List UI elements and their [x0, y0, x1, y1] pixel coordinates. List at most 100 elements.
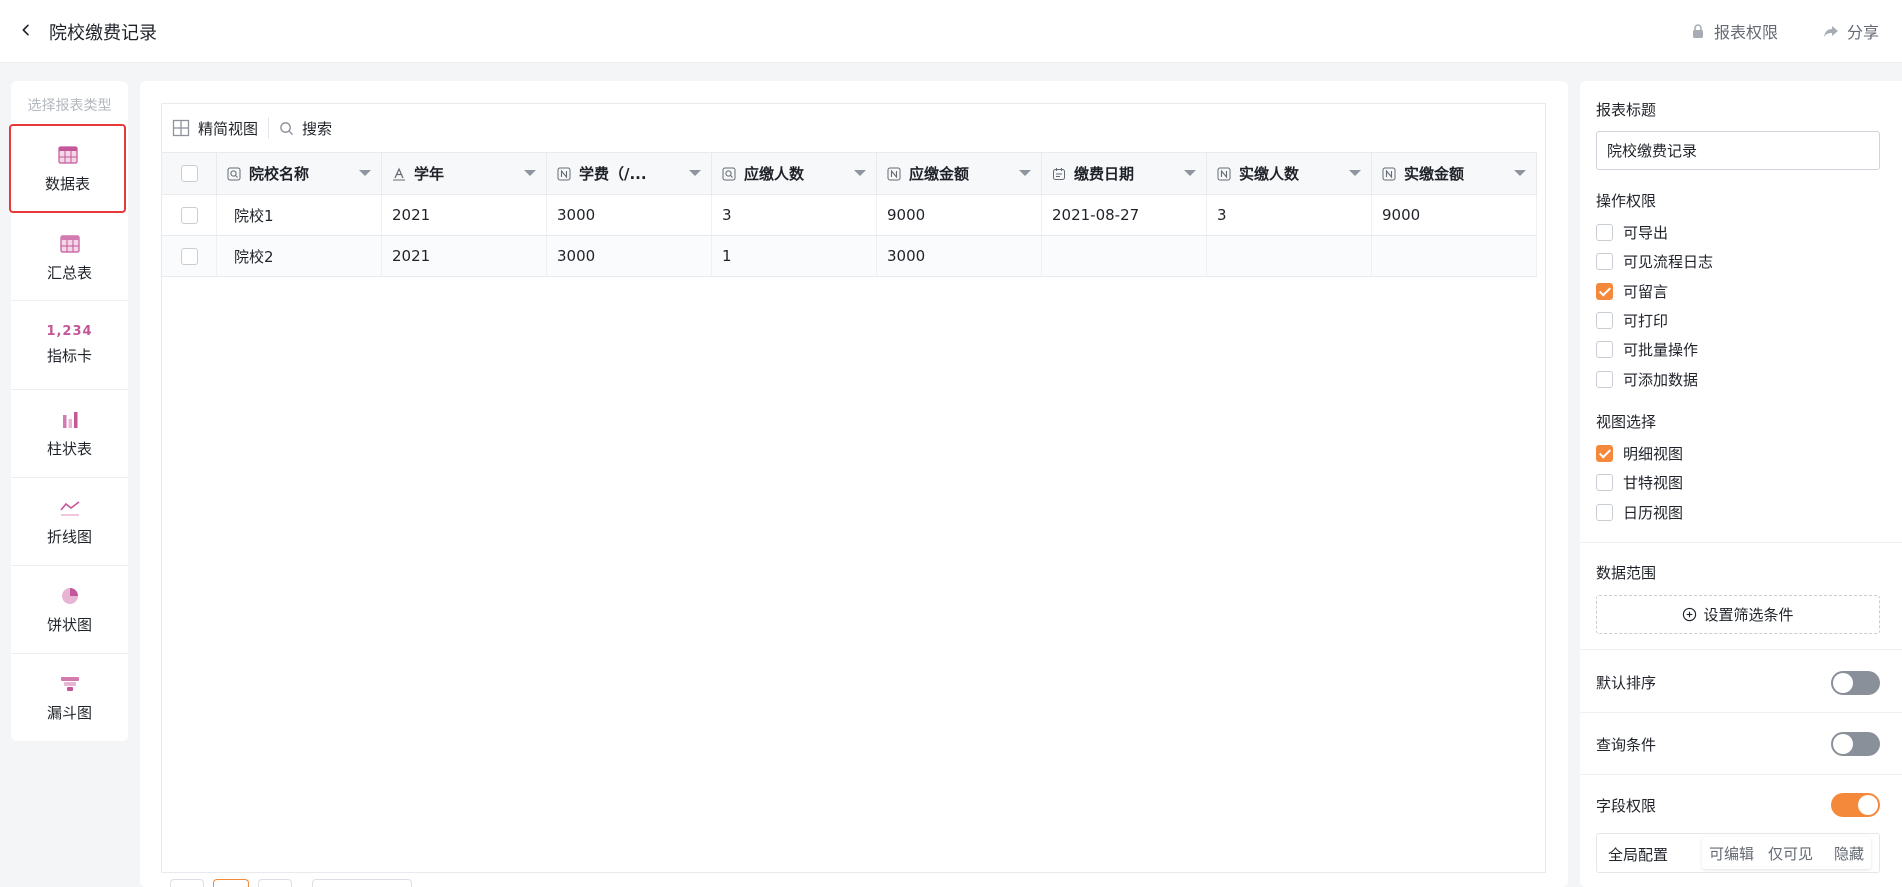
table-cell — [1372, 236, 1537, 276]
checkbox-label: 明细视图 — [1623, 445, 1684, 463]
checkbox-label: 可添加数据 — [1623, 371, 1699, 389]
default-sort-label: 默认排序 — [1596, 674, 1657, 692]
caret-down-icon[interactable] — [359, 170, 371, 176]
permission-batch-checkbox[interactable]: 可批量操作 — [1596, 339, 1698, 360]
checkbox[interactable] — [1596, 312, 1613, 329]
row-select-cell — [162, 195, 217, 235]
date-field-icon — [1053, 167, 1065, 180]
report-title-label: 报表标题 — [1596, 101, 1657, 119]
column-header[interactable]: 缴费日期 — [1042, 153, 1207, 194]
checkbox[interactable] — [1596, 283, 1613, 300]
divider — [1580, 774, 1902, 775]
column-header[interactable]: 应缴人数 — [712, 153, 877, 194]
caret-down-icon[interactable] — [1019, 170, 1031, 176]
column-header[interactable]: 学年 — [382, 153, 547, 194]
checkbox[interactable] — [1596, 341, 1613, 358]
search-button[interactable]: 搜索 — [279, 118, 332, 139]
plus-circle-icon — [1683, 607, 1697, 622]
summary-table-icon — [59, 235, 80, 253]
field-permission-segmented: 可编辑 仅可见 隐藏 — [1702, 837, 1872, 869]
checkbox[interactable] — [1596, 253, 1613, 270]
segment-hidden[interactable]: 隐藏 — [1820, 843, 1871, 864]
table-cell: 2021 — [382, 236, 547, 276]
type-item-summary-table[interactable]: 汇总表 — [11, 215, 128, 301]
type-item-label: 折线图 — [46, 528, 92, 546]
data-grid: 精简视图 搜索 院校名称 学年 学费（/... 应缴人数 应缴金额 缴费日期 实… — [161, 103, 1546, 873]
report-permission-button[interactable]: 报表权限 — [1690, 19, 1778, 43]
table-cell: 3000 — [877, 236, 1042, 276]
view-calendar-checkbox[interactable]: 日历视图 — [1596, 502, 1683, 523]
text-field-icon — [393, 167, 405, 180]
column-header[interactable]: 实缴人数 — [1207, 153, 1372, 194]
select-all-cell — [162, 153, 217, 194]
table-cell: 9000 — [1372, 195, 1537, 235]
caret-down-icon[interactable] — [689, 170, 701, 176]
column-header-label: 应缴人数 — [744, 165, 805, 183]
type-item-line-chart[interactable]: 折线图 — [11, 478, 128, 566]
permission-flow-log-checkbox[interactable]: 可见流程日志 — [1596, 251, 1713, 272]
row-checkbox[interactable] — [180, 206, 198, 224]
table-icon — [57, 146, 78, 164]
column-header[interactable]: 实缴金额 — [1372, 153, 1537, 194]
grid-view-icon — [172, 119, 190, 137]
caret-down-icon[interactable] — [1514, 170, 1526, 176]
column-header[interactable]: 学费（/... — [547, 153, 712, 194]
type-item-funnel-chart[interactable]: 漏斗图 — [11, 654, 128, 741]
share-label: 分享 — [1847, 23, 1880, 42]
type-item-label: 汇总表 — [46, 264, 92, 282]
type-item-data-table[interactable]: 数据表 — [9, 124, 126, 213]
pager-current-page[interactable] — [213, 879, 249, 887]
permission-comment-checkbox[interactable]: 可留言 — [1596, 281, 1668, 302]
search-label: 搜索 — [302, 119, 333, 138]
default-sort-toggle[interactable] — [1831, 671, 1880, 695]
column-header-label: 实缴金额 — [1404, 165, 1465, 183]
field-permission-toggle[interactable] — [1831, 793, 1880, 817]
report-title-input[interactable] — [1596, 131, 1880, 170]
select-all-checkbox[interactable] — [180, 165, 198, 182]
divider — [1580, 542, 1902, 543]
number-field-icon — [1382, 167, 1396, 180]
pager-next-button[interactable] — [258, 879, 292, 887]
table-cell: 2021 — [382, 195, 547, 235]
column-header-label: 学费（/... — [579, 165, 647, 183]
checkbox[interactable] — [1596, 474, 1613, 491]
lookup-field-icon — [227, 167, 241, 180]
permission-add-data-checkbox[interactable]: 可添加数据 — [1596, 369, 1698, 390]
data-range-label: 数据范围 — [1596, 564, 1657, 582]
view-detail-checkbox[interactable]: 明细视图 — [1596, 443, 1683, 464]
column-header[interactable]: 应缴金额 — [877, 153, 1042, 194]
back-button[interactable] — [14, 18, 38, 42]
segment-view-only[interactable]: 仅可见 — [1761, 843, 1820, 864]
caret-down-icon[interactable] — [1184, 170, 1196, 176]
row-checkbox[interactable] — [180, 247, 198, 265]
table-cell: 1 — [712, 236, 877, 276]
pager-size-select[interactable] — [312, 879, 412, 887]
checkbox[interactable] — [1596, 224, 1613, 241]
checkbox[interactable] — [1596, 504, 1613, 521]
column-header[interactable]: 院校名称 — [217, 153, 382, 194]
simple-view-button[interactable]: 精简视图 — [172, 118, 258, 139]
type-item-pie-chart[interactable]: 饼状图 — [11, 566, 128, 654]
permission-export-checkbox[interactable]: 可导出 — [1596, 222, 1668, 243]
view-gantt-checkbox[interactable]: 甘特视图 — [1596, 472, 1683, 493]
checkbox[interactable] — [1596, 445, 1613, 462]
caret-down-icon[interactable] — [854, 170, 866, 176]
type-item-metric-card[interactable]: 1,234 指标卡 — [11, 301, 128, 390]
type-item-bar-chart[interactable]: 柱状表 — [11, 390, 128, 478]
permission-print-checkbox[interactable]: 可打印 — [1596, 310, 1668, 331]
segment-editable[interactable]: 可编辑 — [1702, 843, 1761, 864]
pager-prev-button[interactable] — [170, 879, 204, 887]
set-filter-button[interactable]: 设置筛选条件 — [1596, 595, 1880, 634]
table-row[interactable]: 院校2 2021 3000 1 3000 — [162, 236, 1537, 277]
query-condition-toggle[interactable] — [1831, 732, 1880, 756]
caret-down-icon[interactable] — [524, 170, 536, 176]
share-button[interactable]: 分享 — [1823, 19, 1879, 43]
caret-down-icon[interactable] — [1349, 170, 1361, 176]
table-row[interactable]: 院校1 2021 3000 3 9000 2021-08-27 3 9000 — [162, 195, 1537, 236]
checkbox[interactable] — [1596, 371, 1613, 388]
table-cell — [1207, 236, 1372, 276]
report-preview-panel: 精简视图 搜索 院校名称 学年 学费（/... 应缴人数 应缴金额 缴费日期 实… — [140, 81, 1568, 887]
checkbox-label: 日历视图 — [1623, 504, 1684, 522]
table-cell: 3 — [1207, 195, 1372, 235]
table-cell: 3000 — [547, 236, 712, 276]
